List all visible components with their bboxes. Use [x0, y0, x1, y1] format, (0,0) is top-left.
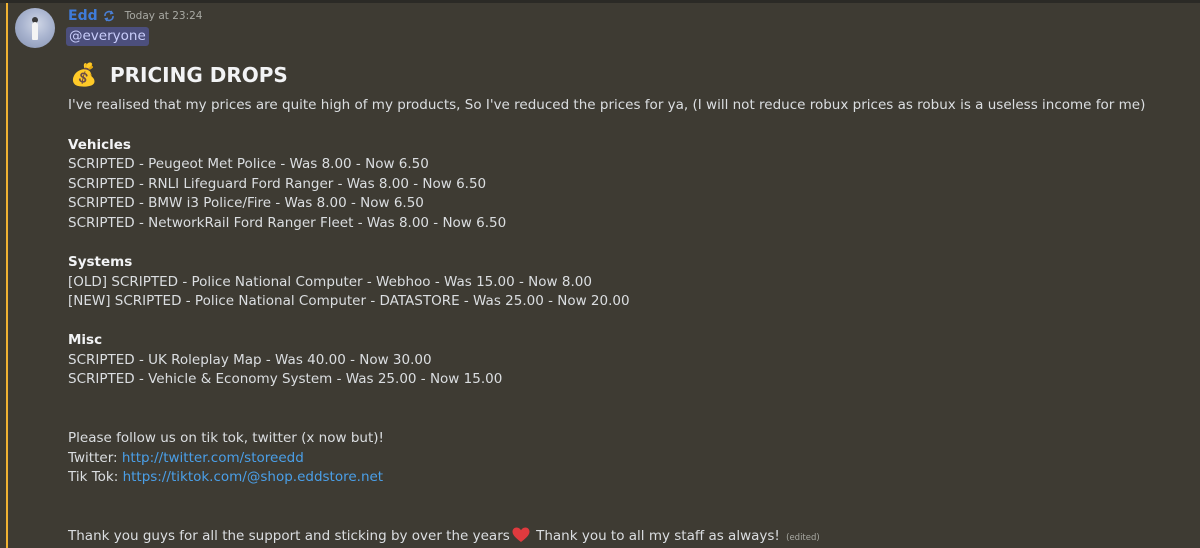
thanks-text-2: Thank you to all my staff as always! [531, 528, 785, 544]
heart-icon [512, 527, 530, 548]
money-bag-icon: 💰 [70, 62, 98, 88]
twitter-link[interactable]: http://twitter.com/storeedd [122, 450, 304, 466]
tiktok-line: Tik Tok: https://tiktok.com/@shop.eddsto… [68, 468, 383, 488]
list-item: SCRIPTED - RNLI Lifeguard Ford Ranger - … [68, 176, 487, 192]
list-item: SCRIPTED - NetworkRail Ford Ranger Fleet… [68, 215, 507, 231]
message-heading: 💰 PRICING DROPS [70, 60, 288, 90]
list-item: SCRIPTED - BMW i3 Police/Fire - Was 8.00… [68, 195, 424, 211]
list-item: [OLD] SCRIPTED - Police National Compute… [68, 274, 592, 290]
sync-badge-icon [102, 9, 116, 23]
mention-highlight-bar [6, 3, 8, 548]
thanks-text-1: Thank you guys for all the support and s… [68, 528, 510, 544]
twitter-label: Twitter: [68, 450, 122, 466]
list-item: [NEW] SCRIPTED - Police National Compute… [68, 293, 630, 309]
avatar-figure-shape [32, 22, 38, 40]
section-title-systems: Systems [68, 254, 133, 270]
section-title-vehicles: Vehicles [68, 137, 131, 153]
everyone-mention[interactable]: @everyone [66, 27, 149, 46]
avatar[interactable] [15, 8, 55, 48]
tiktok-label: Tik Tok: [68, 469, 123, 485]
message-header: Edd Today at 23:24 [68, 6, 202, 26]
section-title-misc: Misc [68, 332, 103, 348]
timestamp: Today at 23:24 [124, 10, 203, 22]
intro-text: I've realised that my prices are quite h… [68, 97, 1146, 113]
thanks-line: Thank you guys for all the support and s… [68, 527, 820, 548]
twitter-line: Twitter: http://twitter.com/storeedd [68, 449, 304, 469]
chat-message: Edd Today at 23:24 @everyone 💰 PRICING D… [0, 0, 1200, 548]
divider [0, 0, 1200, 3]
list-item: SCRIPTED - UK Roleplay Map - Was 40.00 -… [68, 352, 432, 368]
list-item: SCRIPTED - Vehicle & Economy System - Wa… [68, 371, 503, 387]
heading-title: PRICING DROPS [110, 63, 288, 87]
tiktok-link[interactable]: https://tiktok.com/@shop.eddstore.net [123, 469, 384, 485]
list-item: SCRIPTED - Peugeot Met Police - Was 8.00… [68, 156, 429, 172]
username[interactable]: Edd [68, 8, 98, 24]
edited-label: (edited) [786, 533, 820, 543]
follow-text: Please follow us on tik tok, twitter (x … [68, 430, 384, 446]
